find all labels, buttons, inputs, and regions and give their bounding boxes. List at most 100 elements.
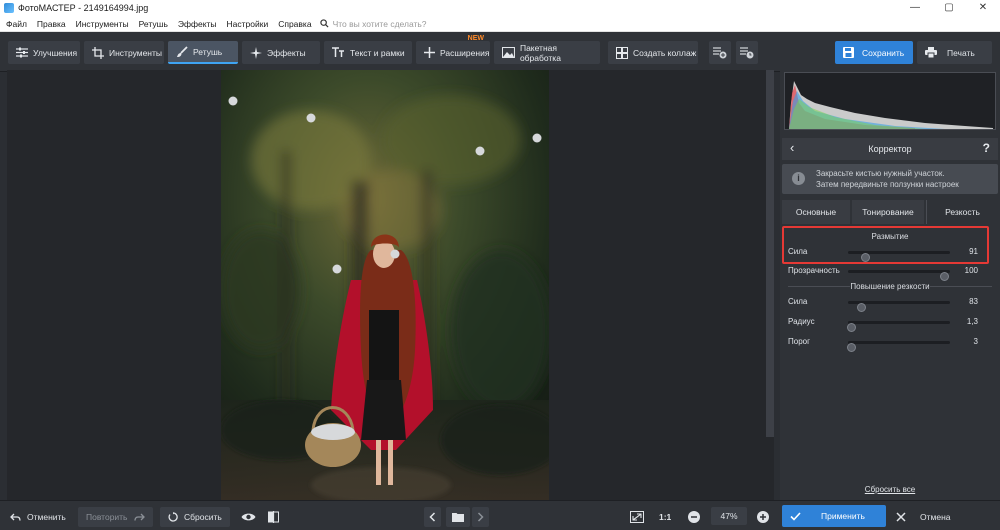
actual-size-button[interactable]: 1:1: [659, 507, 671, 527]
blur-opacity-slider[interactable]: [848, 270, 950, 281]
save-button[interactable]: Сохранить: [835, 41, 913, 64]
tab-toning[interactable]: Тонирование: [852, 200, 924, 224]
hint-line-1: Закрасьте кистью нужный участок.: [816, 169, 945, 178]
add-preset-button[interactable]: [709, 41, 731, 64]
redo-button[interactable]: Повторить: [78, 507, 153, 527]
save-label: Сохранить: [862, 47, 905, 58]
menu-help[interactable]: Справка: [272, 19, 315, 29]
tab-text-frames[interactable]: Текст и рамки: [324, 41, 412, 64]
collage-icon: [616, 46, 628, 59]
redo-label: Повторить: [86, 512, 128, 522]
tab-tools-label: Инструменты: [109, 47, 163, 58]
apply-button[interactable]: Применить: [782, 505, 886, 527]
sharpen-radius-slider[interactable]: [847, 321, 950, 332]
compare-button[interactable]: [268, 507, 285, 527]
folder-icon: [452, 513, 464, 522]
preview-toggle-button[interactable]: [241, 507, 262, 527]
histogram-graph: [789, 81, 993, 129]
zoom-in-button[interactable]: [757, 507, 775, 527]
slider-value[interactable]: 3: [956, 337, 978, 346]
search-placeholder: Что вы хотите сделать?: [332, 18, 427, 29]
tab-text-frames-label: Текст и рамки: [350, 47, 405, 58]
menu-tools[interactable]: Инструменты: [70, 19, 133, 29]
cancel-button[interactable]: Отмена: [896, 507, 951, 527]
tab-batch[interactable]: Пакетная обработка: [494, 41, 600, 64]
image-canvas[interactable]: [7, 70, 774, 500]
slider-label: Сила: [788, 297, 808, 306]
tab-basic[interactable]: Основные: [782, 200, 850, 224]
undo-icon: [10, 513, 21, 521]
preset-history-icon: [740, 47, 754, 59]
next-image-button[interactable]: [472, 507, 489, 527]
sharpen-strength-slider[interactable]: [848, 301, 950, 312]
help-button[interactable]: ?: [983, 141, 990, 155]
hint-box: i Закрасьте кистью нужный участок. Затем…: [782, 164, 998, 194]
preset-add-icon: [713, 47, 727, 59]
slider-thumb[interactable]: [940, 272, 949, 281]
reset-all-link[interactable]: Сбросить все: [780, 485, 1000, 494]
zoom-out-button[interactable]: [688, 507, 706, 527]
slider-thumb[interactable]: [847, 343, 856, 352]
tab-retouch-label: Ретушь: [193, 46, 223, 57]
menu-settings[interactable]: Настройки: [221, 19, 273, 29]
prev-image-button[interactable]: [424, 507, 441, 527]
histogram: [784, 72, 996, 130]
window-title: ФотоМАСТЕР - 2149164994.jpg: [18, 3, 149, 13]
check-icon: [790, 511, 801, 521]
menu-retouch[interactable]: Ретушь: [133, 19, 172, 29]
plus-icon: [424, 47, 435, 58]
fit-screen-icon: [630, 511, 644, 523]
reset-icon: [168, 512, 178, 522]
zoom-level[interactable]: 47%: [711, 507, 747, 525]
sliders-icon: [16, 47, 28, 58]
open-folder-button[interactable]: [446, 507, 470, 527]
reset-button[interactable]: Сбросить: [160, 507, 230, 527]
menu-edit[interactable]: Правка: [31, 19, 70, 29]
compare-icon: [268, 511, 279, 523]
tab-enhancements[interactable]: Улучшения: [8, 41, 80, 64]
close-button[interactable]: ✕: [966, 0, 1000, 16]
tab-effects-label: Эффекты: [267, 47, 306, 58]
menu-search[interactable]: Что вы хотите сделать?: [319, 18, 427, 29]
print-button[interactable]: Печать: [917, 41, 992, 64]
slider-value[interactable]: 100: [956, 266, 978, 275]
tab-tools[interactable]: Инструменты: [84, 41, 164, 64]
slider-label: Порог: [788, 337, 811, 346]
redo-icon: [133, 513, 145, 521]
menu-file[interactable]: Файл: [0, 19, 31, 29]
tab-enhancements-label: Улучшения: [33, 47, 78, 58]
chevron-left-icon[interactable]: ‹: [790, 140, 794, 155]
menu-effects[interactable]: Эффекты: [172, 19, 221, 29]
new-badge: NEW: [467, 35, 484, 42]
floppy-icon: [843, 47, 854, 58]
tab-retouch[interactable]: Ретушь: [168, 41, 238, 64]
blur-opacity-row: Прозрачность 100: [788, 264, 978, 281]
tab-effects[interactable]: Эффекты: [242, 41, 320, 64]
maximize-button[interactable]: ▢: [932, 0, 966, 16]
slider-thumb[interactable]: [857, 303, 866, 312]
slider-value[interactable]: 1,3: [956, 317, 978, 326]
photo[interactable]: [221, 70, 549, 500]
right-panel: ‹ Корректор ? i Закрасьте кистью нужный …: [780, 70, 1000, 500]
menu-bar: Файл Правка Инструменты Ретушь Эффекты Н…: [0, 16, 1000, 32]
brush-icon: [177, 45, 188, 57]
slider-value[interactable]: 83: [956, 297, 978, 306]
tab-extensions[interactable]: Расширения NEW: [416, 35, 490, 64]
panel-scrollbar[interactable]: [766, 70, 774, 437]
slider-label: Прозрачность: [788, 266, 840, 275]
sharpen-strength-row: Сила 83: [788, 295, 978, 312]
minimize-button[interactable]: —: [898, 0, 932, 16]
preset-history-button[interactable]: [736, 41, 758, 64]
reset-label: Сбросить: [184, 512, 222, 522]
text-icon: [332, 47, 344, 57]
sharpen-threshold-row: Порог 3: [788, 335, 978, 352]
panel-title: Корректор: [868, 144, 912, 154]
fit-screen-button[interactable]: [630, 507, 650, 527]
slider-thumb[interactable]: [847, 323, 856, 332]
tab-batch-label: Пакетная обработка: [519, 42, 561, 63]
tab-collage[interactable]: Создать коллаж: [608, 41, 698, 64]
undo-button[interactable]: Отменить: [10, 507, 66, 527]
tab-sharpness[interactable]: Резкость: [926, 200, 998, 224]
cancel-label: Отмена: [920, 512, 951, 522]
sharpen-threshold-slider[interactable]: [847, 341, 950, 352]
